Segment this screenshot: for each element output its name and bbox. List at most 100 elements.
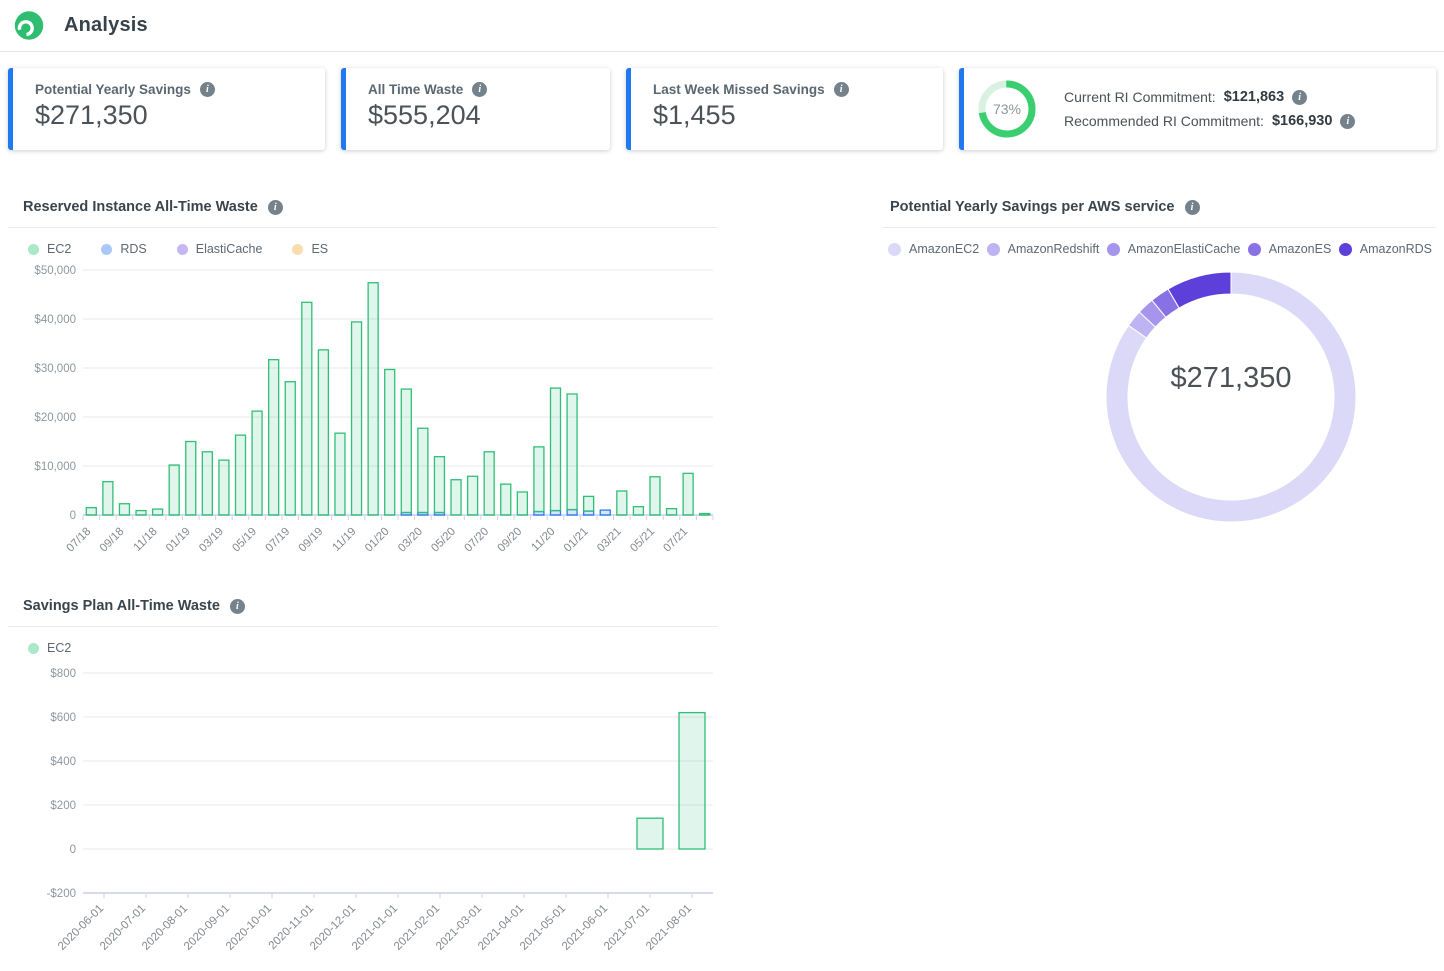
donut-slice-amazonrds[interactable] bbox=[1168, 272, 1231, 308]
bar-ec2-03/21[interactable] bbox=[617, 491, 627, 515]
info-icon[interactable]: i bbox=[268, 200, 283, 215]
bar-rds-02/21[interactable] bbox=[600, 510, 610, 515]
ri-waste-bar-chart: $50,000$40,000$30,000$20,000$10,000007/1… bbox=[8, 258, 718, 570]
x-tick-label: 2021-08-01 bbox=[644, 903, 694, 953]
kpi-card-all-time-waste: All Time Waste i $555,204 bbox=[341, 68, 610, 150]
bar-ec2-05/19[interactable] bbox=[252, 411, 262, 515]
page-title: Analysis bbox=[64, 14, 148, 37]
bar-ec2-07/20[interactable] bbox=[484, 452, 494, 515]
bar-ec2-05/20[interactable] bbox=[451, 480, 461, 515]
bar-ec2-09/18[interactable] bbox=[119, 504, 129, 515]
bar-ec2-11/19[interactable] bbox=[352, 322, 362, 515]
legend-item-es[interactable]: ES bbox=[292, 242, 328, 256]
bar-ec2-09/19[interactable] bbox=[318, 350, 328, 515]
bar-ec2-07/18[interactable] bbox=[86, 508, 96, 515]
legend-item-amazonrds[interactable]: AmazonRDS bbox=[1339, 242, 1432, 256]
info-icon[interactable]: i bbox=[1340, 114, 1355, 129]
ring-percent-label: 73% bbox=[993, 101, 1021, 117]
legend-dot bbox=[1107, 243, 1120, 256]
bar-ec2-04/20[interactable] bbox=[434, 457, 444, 513]
bar-ec2-10/19[interactable] bbox=[335, 433, 345, 515]
bar-ec2-2021-07-01[interactable] bbox=[637, 818, 663, 849]
recommended-ri-commitment-value: $166,930 bbox=[1272, 113, 1332, 129]
kpi-card-label: All Time Waste bbox=[368, 82, 463, 97]
bar-ec2-04/19[interactable] bbox=[236, 435, 246, 515]
bar-ec2-09/20[interactable] bbox=[517, 492, 527, 515]
x-tick-label: 01/20 bbox=[363, 526, 392, 555]
x-tick-label: 09/18 bbox=[98, 526, 127, 555]
x-tick-label: 05/21 bbox=[628, 526, 657, 555]
x-tick-label: 03/20 bbox=[396, 526, 425, 555]
bar-ec2-11/20[interactable] bbox=[551, 388, 561, 511]
legend-item-rds[interactable]: RDS bbox=[101, 242, 146, 256]
bar-rds-11/20[interactable] bbox=[551, 511, 561, 515]
legend-label: EC2 bbox=[47, 641, 71, 655]
bar-ec2-10/20[interactable] bbox=[534, 447, 544, 512]
savings-per-service-legend: AmazonEC2 AmazonRedshift AmazonElastiCache… bbox=[882, 228, 1436, 258]
bar-ec2-01/19[interactable] bbox=[186, 442, 196, 516]
y-tick-label: 0 bbox=[70, 844, 76, 856]
legend-item-ec2[interactable]: EC2 bbox=[28, 242, 71, 256]
bar-ec2-03/19[interactable] bbox=[219, 460, 229, 515]
legend-dot bbox=[28, 643, 39, 654]
legend-dot bbox=[987, 243, 1000, 256]
legend-item-amazonec2[interactable]: AmazonEC2 bbox=[888, 242, 979, 256]
bar-ec2-01/21[interactable] bbox=[584, 496, 594, 511]
current-ri-commitment-row: Current RI Commitment: $121,863 i bbox=[1064, 89, 1355, 105]
legend-dot bbox=[292, 244, 303, 255]
bar-ec2-04/21[interactable] bbox=[633, 507, 643, 515]
info-icon[interactable]: i bbox=[230, 599, 245, 614]
bar-rds-12/20[interactable] bbox=[567, 510, 577, 515]
legend-item-elasticache[interactable]: ElastiCache bbox=[177, 242, 263, 256]
x-tick-label: 09/20 bbox=[496, 526, 525, 555]
bar-ec2-12/19[interactable] bbox=[368, 283, 378, 515]
kpi-card-label: Potential Yearly Savings bbox=[35, 82, 191, 97]
bar-ec2-12/18[interactable] bbox=[169, 465, 179, 515]
info-icon[interactable]: i bbox=[200, 82, 215, 97]
y-tick-label: 0 bbox=[70, 510, 76, 522]
x-tick-label: 07/20 bbox=[462, 526, 491, 555]
bar-ec2-11/18[interactable] bbox=[153, 509, 163, 515]
legend-dot bbox=[28, 244, 39, 255]
y-tick-label: -$200 bbox=[47, 888, 76, 900]
x-tick-label: 09/19 bbox=[297, 526, 326, 555]
ri-utilization-ring: 73% bbox=[978, 80, 1036, 138]
legend-item-ec2[interactable]: EC2 bbox=[28, 641, 71, 655]
bar-ec2-2021-08-01[interactable] bbox=[679, 713, 705, 849]
info-icon[interactable]: i bbox=[834, 82, 849, 97]
bar-ec2-05/21[interactable] bbox=[650, 477, 660, 515]
bar-ec2-01/20[interactable] bbox=[385, 369, 395, 515]
bar-ec2-10/18[interactable] bbox=[136, 511, 146, 515]
info-icon[interactable]: i bbox=[472, 82, 487, 97]
x-tick-label: 11/19 bbox=[330, 526, 358, 554]
app-logo-icon[interactable] bbox=[12, 9, 46, 43]
bar-ec2-02/20[interactable] bbox=[401, 389, 411, 512]
legend-item-amazonelasticache[interactable]: AmazonElastiCache bbox=[1107, 242, 1241, 256]
bar-ec2-06/20[interactable] bbox=[468, 476, 478, 515]
info-icon[interactable]: i bbox=[1292, 90, 1307, 105]
kpi-card-label-row: Potential Yearly Savings i bbox=[35, 82, 303, 97]
current-ri-commitment-label: Current RI Commitment: bbox=[1064, 89, 1216, 105]
legend-label: EC2 bbox=[47, 242, 71, 256]
x-tick-label: 03/19 bbox=[197, 526, 226, 555]
legend-label: AmazonEC2 bbox=[909, 242, 979, 256]
bar-ec2-02/19[interactable] bbox=[202, 452, 212, 515]
legend-item-amazones[interactable]: AmazonES bbox=[1248, 242, 1332, 256]
bar-ec2-12/20[interactable] bbox=[567, 394, 577, 510]
bar-ec2-08/20[interactable] bbox=[501, 484, 511, 515]
legend-label: ES bbox=[311, 242, 328, 256]
bar-ec2-08/18[interactable] bbox=[103, 482, 113, 515]
chart-title: Savings Plan All-Time Waste bbox=[23, 598, 220, 614]
bar-ec2-07/21[interactable] bbox=[683, 473, 693, 515]
bar-ec2-08/19[interactable] bbox=[302, 302, 312, 515]
bar-ec2-07/19[interactable] bbox=[285, 382, 295, 515]
bar-ec2-06/19[interactable] bbox=[269, 360, 279, 515]
bar-ec2-03/20[interactable] bbox=[418, 428, 428, 512]
info-icon[interactable]: i bbox=[1185, 200, 1200, 215]
legend-item-amazonredshift[interactable]: AmazonRedshift bbox=[987, 242, 1100, 256]
x-tick-label: 01/21 bbox=[562, 526, 591, 555]
bar-ec2-06/21[interactable] bbox=[667, 509, 677, 515]
savings-plan-legend: EC2 bbox=[8, 627, 718, 657]
bar-ec2-08/21[interactable] bbox=[700, 514, 710, 515]
y-tick-label: $400 bbox=[50, 756, 76, 768]
